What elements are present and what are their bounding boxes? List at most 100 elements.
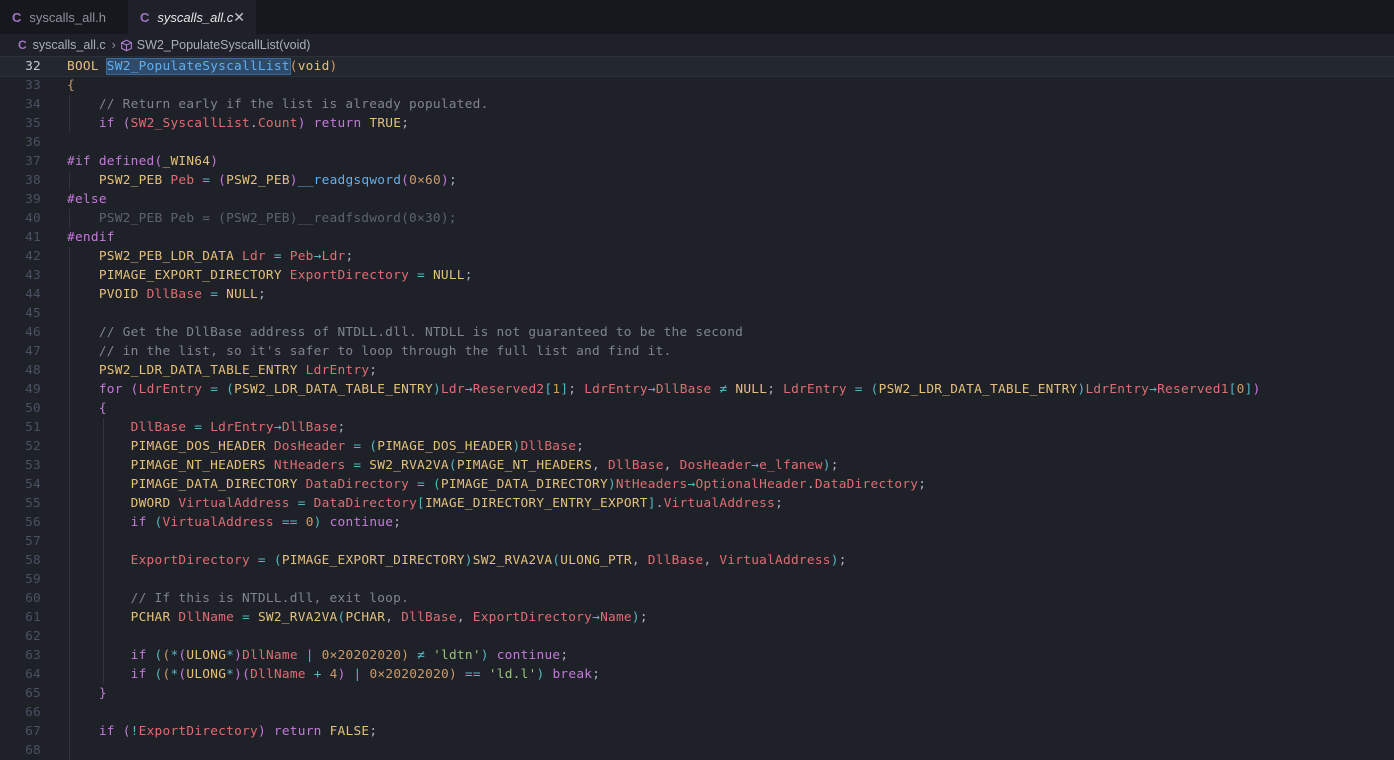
code-line[interactable]: 41 #endif [0,228,1394,247]
code-line[interactable]: 33 { [0,76,1394,95]
code-line[interactable]: 61 PCHAR DllName = SW2_RVA2VA(PCHAR, Dll… [0,608,1394,627]
code-token: ; [345,249,354,264]
code-token: ) [234,648,243,663]
line-number: 57 [25,534,41,549]
code-token: if [130,667,155,682]
code-token: NULL [735,382,768,397]
code-text: for (LdrEntry = (PSW2_LDR_DATA_TABLE_ENT… [67,380,1261,399]
line-number: 51 [25,420,41,435]
code-editor[interactable]: 32 BOOL SW2_PopulateSyscallList(void) 33{3… [0,56,1394,760]
code-line[interactable]: 40 PSW2_PEB Peb = (PSW2_PEB)__readfsdwor… [0,209,1394,228]
code-token: ) [257,724,266,739]
code-line[interactable]: 55 DWORD VirtualAddress = DataDirectory[… [0,494,1394,513]
code-token: 'ld.l' [488,667,537,682]
code-token: ; [401,116,410,131]
line-number: 68 [25,743,41,758]
code-line[interactable]: 44 PVOID DllBase = NULL; [0,285,1394,304]
code-token: [ [1228,382,1237,397]
code-token: if [98,116,123,131]
code-token: ; [775,496,784,511]
code-line[interactable]: 63 if ((*(ULONG*)DllName | 0×20202020) ≠… [0,646,1394,665]
code-line[interactable]: 37 #if defined(_WIN64) [0,152,1394,171]
code-line[interactable]: 43 PIMAGE_EXPORT_DIRECTORY ExportDirecto… [0,266,1394,285]
code-line[interactable]: 51 DllBase = LdrEntry→DllBase; [0,418,1394,437]
code-token: DllBase [647,553,704,568]
code-token: VirtualAddress [162,515,274,530]
code-token: FALSE [329,724,370,739]
code-token: SW2_RVA2VA [257,610,338,625]
code-line[interactable]: 64 if ((*(ULONG*)(DllName + 4) | 0×20202… [0,665,1394,684]
code-text: BOOL SW2_PopulateSyscallList(void) [67,57,338,76]
code-token: { [98,401,107,416]
code-token: 0 [305,515,314,530]
code-token: 4 [329,667,338,682]
code-text: PSW2_LDR_DATA_TABLE_ENTRY LdrEntry; [67,361,377,380]
code-line[interactable]: 58 ExportDirectory = (PIMAGE_EXPORT_DIRE… [0,551,1394,570]
code-line[interactable]: 62 [0,627,1394,646]
breadcrumb-file[interactable]: syscalls_all.c [33,38,106,52]
code-line[interactable]: 46 // Get the DllBase address of NTDLL.d… [0,323,1394,342]
code-line[interactable]: 42 PSW2_PEB_LDR_DATA Ldr = Peb→Ldr; [0,247,1394,266]
tab-syscalls-all-c[interactable]: C syscalls_all.c ✕ [128,0,256,34]
code-token: ( [130,382,139,397]
code-line[interactable]: 32 BOOL SW2_PopulateSyscallList(void) [0,56,1394,77]
code-token: , [592,458,608,473]
code-token: SW2_RVA2VA [369,458,449,473]
breadcrumb-symbol[interactable]: SW2_PopulateSyscallList(void) [137,38,311,52]
code-line[interactable]: 66 [0,703,1394,722]
code-line[interactable]: 36 [0,133,1394,152]
indent-guide [102,570,104,589]
line-number: 33 [25,78,41,93]
code-line[interactable]: 56 if (VirtualAddress == 0) continue; [0,513,1394,532]
code-text: #if defined(_WIN64) [67,152,218,171]
code-line[interactable]: 48 PSW2_LDR_DATA_TABLE_ENTRY LdrEntry; [0,361,1394,380]
code-token: NtHeaders [273,458,346,473]
code-token: DllBase [146,287,203,302]
code-line[interactable]: 49 for (LdrEntry = (PSW2_LDR_DATA_TABLE_… [0,380,1394,399]
code-token: 0 [1236,382,1245,397]
line-number: 53 [25,458,41,473]
code-text: if (!ExportDirectory) return FALSE; [67,722,377,741]
code-line[interactable]: 67 if (!ExportDirectory) return FALSE; [0,722,1394,741]
code-line[interactable]: 59 [0,570,1394,589]
code-token: DataDirectory [313,496,418,511]
code-line[interactable]: 34 // Return early if the list is alread… [0,95,1394,114]
code-line[interactable]: 57 [0,532,1394,551]
code-text: PIMAGE_DOS_HEADER DosHeader = (PIMAGE_DO… [67,437,584,456]
line-number: 48 [25,363,41,378]
code-token: , [385,610,402,625]
code-token: ) [234,667,243,682]
code-line[interactable]: 60 // If this is NTDLL.dll, exit loop. [0,589,1394,608]
tab-syscalls-all-h[interactable]: C syscalls_all.h [0,0,128,34]
line-number: 44 [25,287,41,302]
code-token: . [806,477,815,492]
code-line[interactable]: 65 } [0,684,1394,703]
code-line[interactable]: 39 #else [0,190,1394,209]
code-line[interactable]: 38 PSW2_PEB Peb = (PSW2_PEB)__readgsqwor… [0,171,1394,190]
code-line[interactable]: 68 [0,741,1394,760]
code-line[interactable]: 47 // in the list, so it's safer to loop… [0,342,1394,361]
code-token: == [456,667,489,682]
code-text: // Get the DllBase address of NTDLL.dll.… [67,323,743,342]
code-token: ; [767,382,784,397]
code-token: ExportDirectory [289,268,410,283]
code-line[interactable]: 52 PIMAGE_DOS_HEADER DosHeader = (PIMAGE… [0,437,1394,456]
code-line[interactable]: 54 PIMAGE_DATA_DIRECTORY DataDirectory =… [0,475,1394,494]
line-number: 35 [25,116,41,131]
code-line[interactable]: 45 [0,304,1394,323]
code-token: PVOID [98,287,147,302]
code-token: ( [218,173,227,188]
code-line[interactable]: 50 { [0,399,1394,418]
code-line[interactable]: 53 PIMAGE_NT_HEADERS NtHeaders = SW2_RVA… [0,456,1394,475]
code-token: = [249,553,274,568]
line-number: 65 [25,686,41,701]
line-number: 67 [25,724,41,739]
code-token: ( [122,724,131,739]
code-line[interactable]: 35 if (SW2_SyscallList.Count) return TRU… [0,114,1394,133]
close-icon[interactable]: ✕ [233,9,245,26]
code-token: continue [488,648,561,663]
